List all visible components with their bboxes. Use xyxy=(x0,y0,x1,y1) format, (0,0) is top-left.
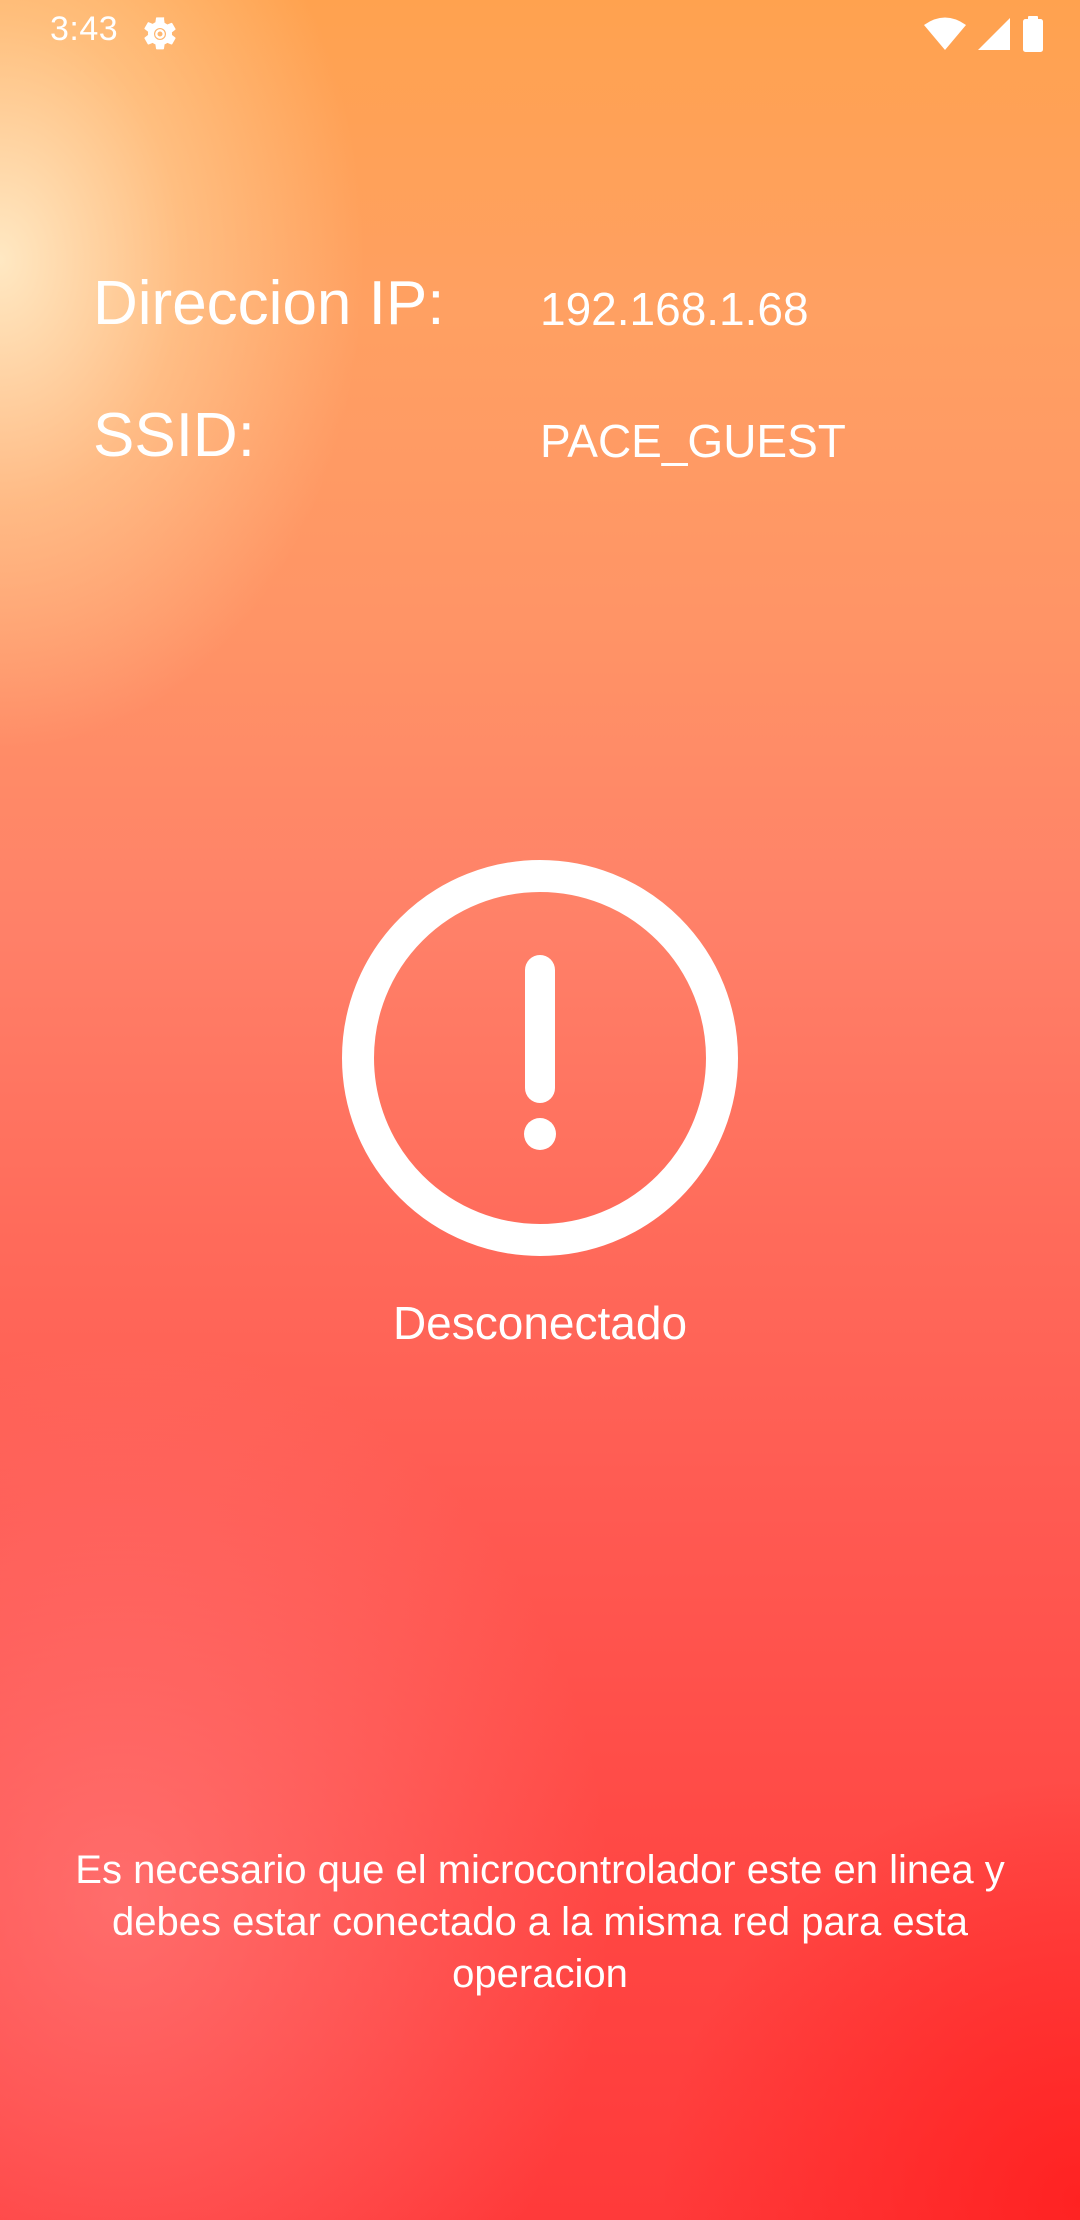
status-bar: 3:43 xyxy=(0,0,1080,66)
screen: 3:43 Direccion IP: 192.168.1.68 SSID: PA… xyxy=(0,0,1080,2220)
wifi-icon xyxy=(924,16,966,52)
connection-status: Desconectado xyxy=(392,1297,688,1349)
ssid-label: SSID: xyxy=(93,401,255,470)
ssid-value: PACE_GUEST xyxy=(540,415,846,467)
ip-value: 192.168.1.68 xyxy=(540,283,809,335)
status-time: 3:43 xyxy=(50,10,119,48)
battery-icon xyxy=(1022,16,1044,52)
signal-icon xyxy=(976,16,1012,52)
settings-gear-icon xyxy=(140,14,180,54)
status-icons xyxy=(924,14,1044,54)
ip-label: Direccion IP: xyxy=(93,269,445,338)
alert-circle-icon xyxy=(340,858,740,1258)
help-message: Es necesario que el microcontrolador est… xyxy=(75,1848,1005,1996)
